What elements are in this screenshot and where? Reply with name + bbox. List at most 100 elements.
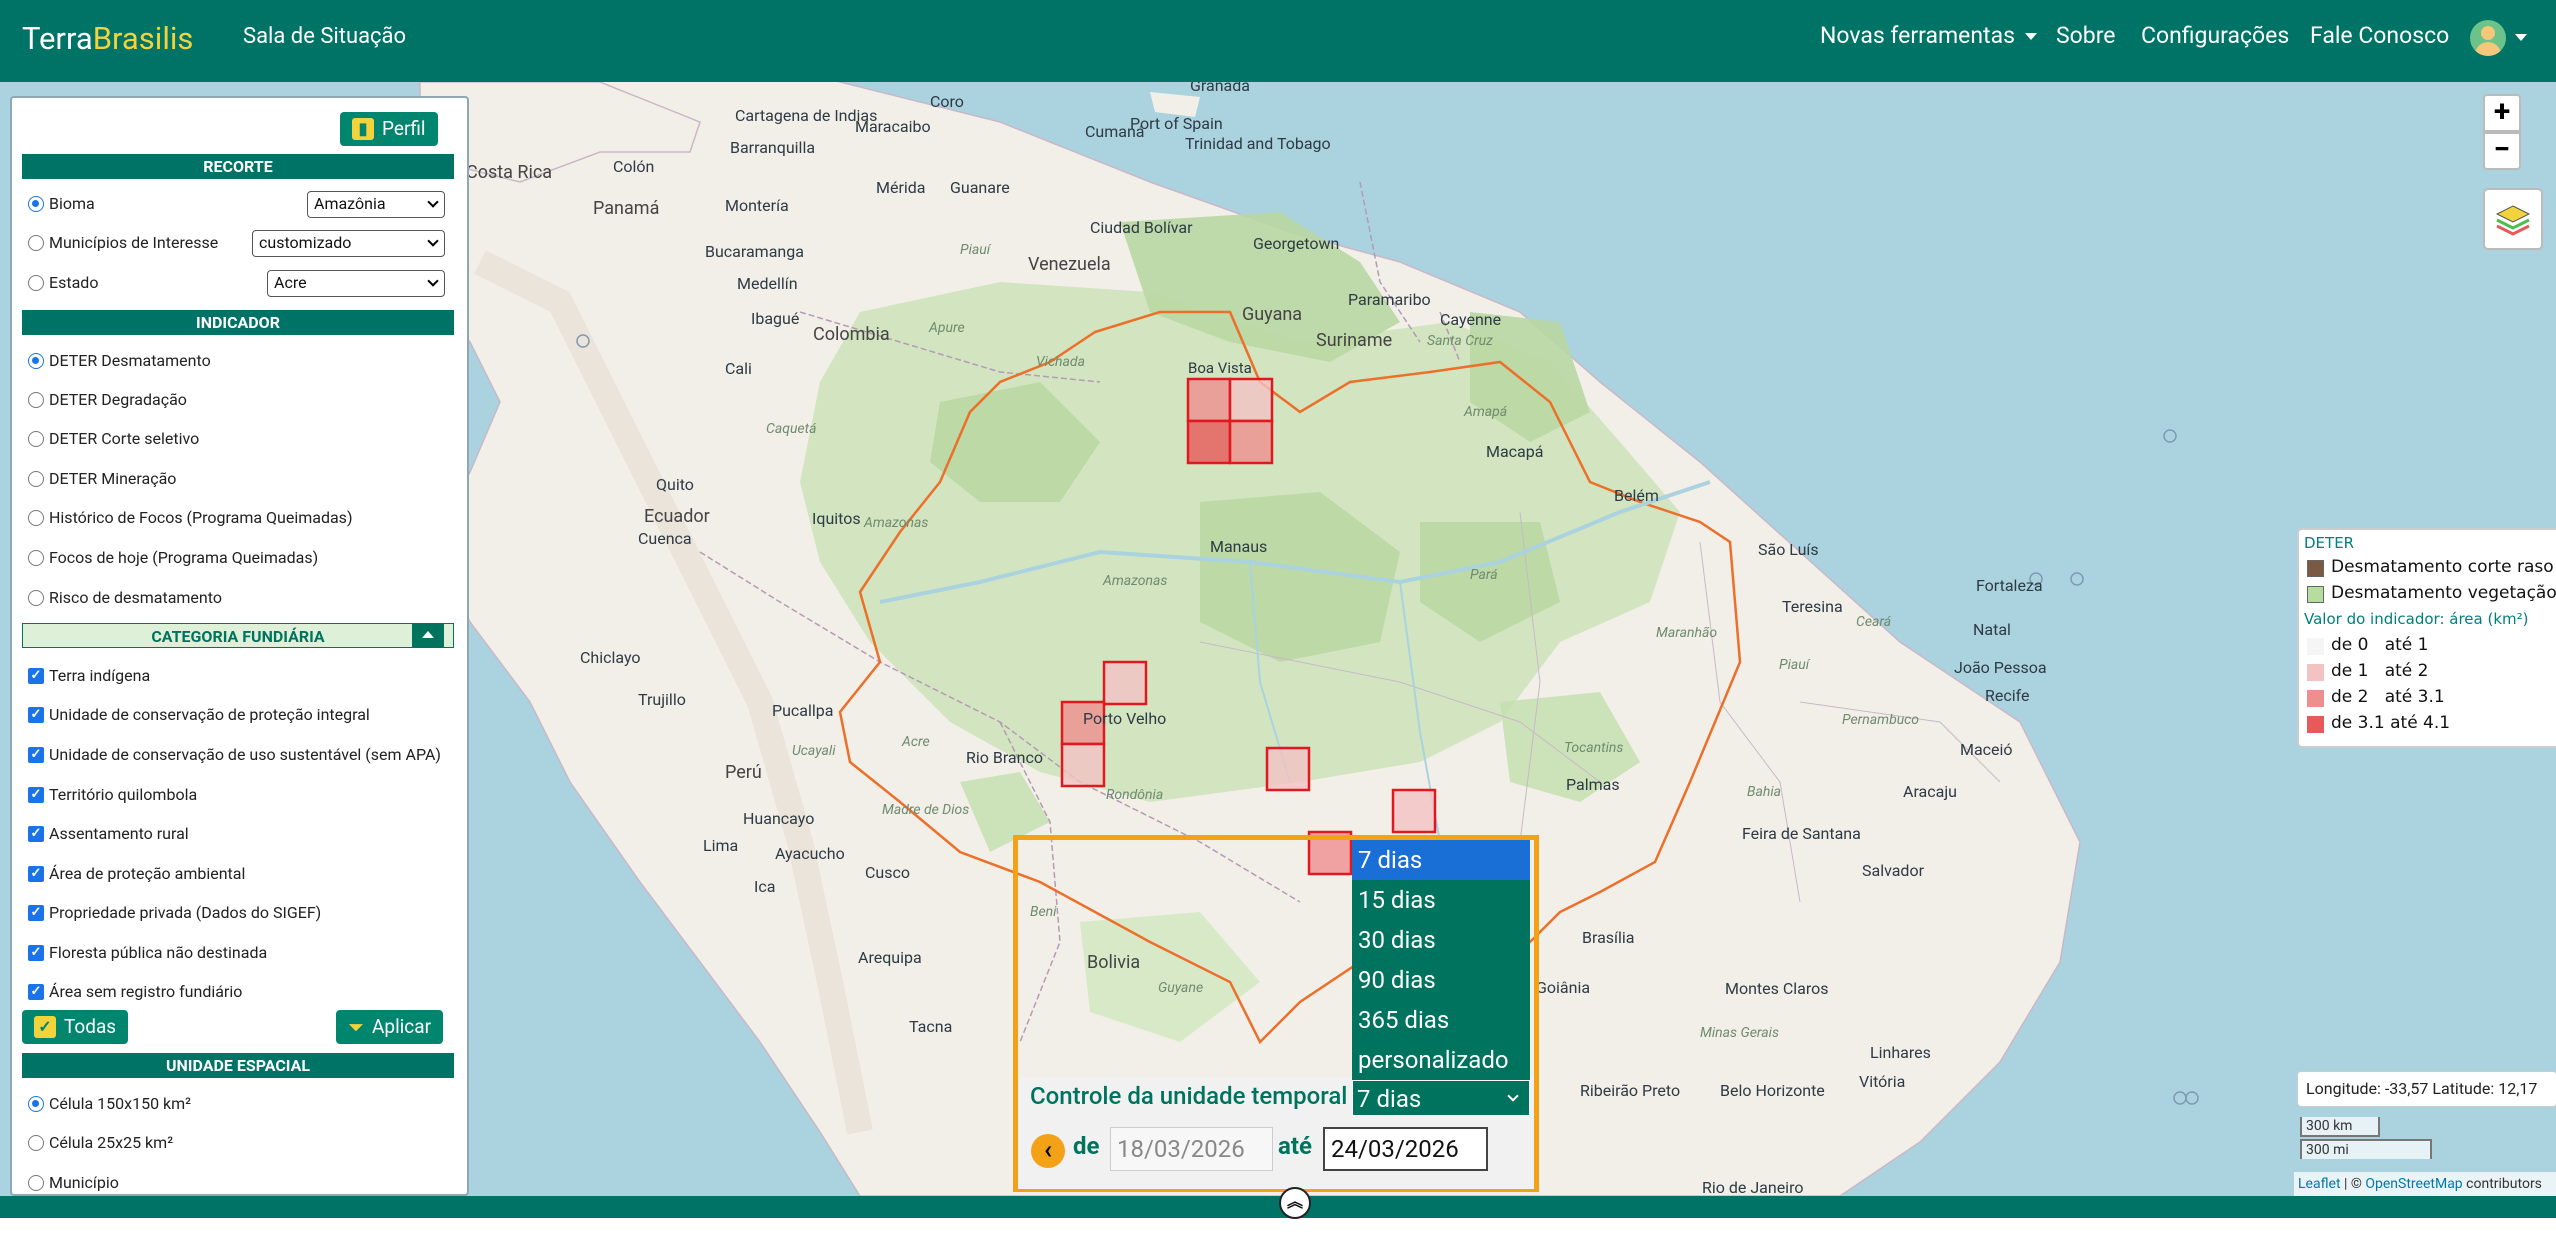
menu-label: Novas ferramentas (1820, 22, 2015, 49)
menu-novas-ferramentas[interactable]: Novas ferramentas (1820, 22, 2037, 49)
brand-logo[interactable]: TerraBrasilis (22, 19, 193, 59)
nav-title-sala[interactable]: Sala de Situação (243, 24, 406, 49)
city-label: Belo Horizonte (1720, 1081, 1825, 1100)
indicador-option[interactable]: Histórico de Focos (Programa Queimadas) (28, 508, 353, 527)
checkbox-icon: ✓ (28, 865, 44, 882)
city-label: João Pessoa (1954, 658, 2047, 677)
country-label: Perú (725, 762, 762, 783)
aplicar-button[interactable]: ⏷ Aplicar (336, 1010, 444, 1044)
leaflet-link[interactable]: Leaflet (2298, 1176, 2341, 1192)
unidade-option[interactable]: Célula 150x150 km² (28, 1094, 191, 1113)
categoria-checkbox[interactable]: ✓ Floresta pública não destinada (28, 943, 267, 962)
categoria-checkbox[interactable]: ✓ Assentamento rural (28, 824, 189, 843)
bioma-select[interactable]: Amazônia (307, 191, 445, 218)
radio-bioma[interactable]: Bioma (28, 194, 95, 213)
indicador-option[interactable]: DETER Mineração (28, 469, 176, 488)
unidade-option[interactable]: Município (28, 1173, 119, 1192)
categoria-checkbox[interactable]: ✓ Território quilombola (28, 785, 197, 804)
legend-item-label: Desmatamento corte raso (2331, 557, 2554, 577)
city-label: Bucaramanga (705, 242, 804, 261)
section-categoria-fundiaria[interactable]: CATEGORIA FUNDIÁRIA (22, 623, 454, 648)
user-avatar-icon[interactable] (2470, 20, 2506, 56)
estado-select[interactable]: Acre (267, 270, 445, 297)
menu-configuracoes[interactable]: Configurações (2141, 22, 2289, 49)
state-label: Madre de Dios (882, 802, 970, 818)
legend-swatch (2307, 664, 2324, 681)
previous-period-icon[interactable]: ‹ (1031, 1134, 1065, 1168)
checkbox-icon: ✓ (28, 904, 44, 921)
indicador-option[interactable]: DETER Desmatamento (28, 351, 211, 370)
radio-municipios[interactable]: Municípios de Interesse (28, 233, 218, 252)
indicador-option[interactable]: DETER Corte seletivo (28, 429, 199, 448)
option-365-dias[interactable]: 365 dias (1352, 1000, 1530, 1040)
city-label: Granada (1190, 82, 1250, 95)
city-label: Maracaibo (855, 117, 931, 136)
indicador-option[interactable]: Focos de hoje (Programa Queimadas) (28, 548, 318, 567)
todas-button[interactable]: ✓ Todas (22, 1010, 129, 1044)
city-label: Maceió (1960, 740, 2013, 759)
checkbox-icon: ✓ (28, 786, 44, 803)
city-label: Recife (1985, 686, 2030, 705)
state-label: Maranhão (1656, 625, 1718, 641)
city-label: Iquitos (812, 509, 861, 528)
city-label: Ayacucho (775, 844, 845, 863)
option-15-dias[interactable]: 15 dias (1352, 880, 1530, 920)
indicador-option[interactable]: Risco de desmatamento (28, 588, 222, 607)
city-label: Boa Vista (1188, 359, 1252, 377)
option-personalizado[interactable]: personalizado (1352, 1040, 1530, 1080)
categoria-checkbox[interactable]: ✓ Terra indígena (28, 666, 150, 685)
categoria-checkbox[interactable]: ✓ Propriedade privada (Dados do SIGEF) (28, 903, 321, 922)
perfil-button[interactable]: ▮ Perfil (340, 112, 438, 146)
city-label: Goiânia (1536, 978, 1591, 997)
state-label: Ceará (1856, 614, 1892, 630)
option-7-dias[interactable]: 7 dias (1352, 840, 1530, 880)
zoom-in-button[interactable]: + (2483, 94, 2521, 132)
top-navbar: TerraBrasilis Sala de Situação Novas fer… (0, 0, 2556, 82)
menu-sobre[interactable]: Sobre (2056, 22, 2115, 49)
radio-icon (28, 549, 44, 566)
state-label: Amazonas (1103, 573, 1168, 589)
country-label: Colombia (813, 324, 890, 345)
user-menu-caret-icon[interactable] (2515, 34, 2527, 41)
option-90-dias[interactable]: 90 dias (1352, 960, 1530, 1000)
municipios-select[interactable]: customizado (252, 230, 445, 257)
categoria-checkbox[interactable]: ✓ Unidade de conservação de proteção inte… (28, 705, 370, 724)
menu-fale-conosco[interactable]: Fale Conosco (2310, 22, 2449, 49)
chevrons-up-icon[interactable]: ︽ (1279, 1187, 1311, 1219)
map-attribution: Leaflet | © OpenStreetMap contributors (2294, 1172, 2556, 1196)
legend-swatch (2307, 586, 2324, 603)
temporal-dropdown-list[interactable]: 7 dias 15 dias 30 dias 90 dias 365 dias … (1352, 840, 1530, 1080)
categoria-checkbox[interactable]: ✓ Área de proteção ambiental (28, 864, 245, 883)
city-label: Arequipa (858, 948, 922, 967)
zoom-out-button[interactable]: − (2483, 132, 2521, 170)
option-30-dias[interactable]: 30 dias (1352, 920, 1530, 960)
sidebar-panel: ▮ Perfil RECORTE Bioma Amazônia Município… (10, 96, 469, 1196)
temporal-select[interactable]: 7 dias (1352, 1080, 1530, 1116)
radio-icon (28, 1095, 44, 1112)
categoria-checkbox[interactable]: ✓ Unidade de conservação de uso sustentáv… (28, 745, 441, 764)
city-label: Feira de Santana (1742, 824, 1861, 843)
indicador-option[interactable]: DETER Degradação (28, 390, 187, 409)
date-to-input[interactable]: 24/03/2026 (1323, 1127, 1488, 1171)
layers-icon[interactable] (2483, 188, 2543, 250)
radio-estado[interactable]: Estado (28, 273, 98, 292)
filter-icon: ⏷ (348, 1015, 364, 1039)
legend-class-label: de 0 até 1 (2331, 635, 2429, 655)
city-label: São Luís (1758, 540, 1819, 559)
city-label: Aracaju (1903, 782, 1957, 801)
collapse-icon[interactable] (412, 623, 444, 648)
section-indicador: INDICADOR (22, 310, 454, 335)
country-label: Panamá (593, 198, 660, 219)
checkbox-icon: ✓ (28, 667, 44, 684)
osm-link[interactable]: OpenStreetMap (2365, 1176, 2462, 1192)
unidade-option[interactable]: Célula 25x25 km² (28, 1133, 173, 1152)
state-label: Caquetá (766, 421, 817, 437)
date-from-input[interactable]: 18/03/2026 (1110, 1127, 1273, 1171)
city-label: Cuenca (638, 529, 692, 548)
city-label: Linhares (1870, 1043, 1931, 1062)
brand-text-terra: Terra (22, 20, 93, 57)
city-label: Porto Velho (1083, 709, 1167, 728)
categoria-checkbox[interactable]: ✓ Área sem registro fundiário (28, 982, 242, 1001)
section-recorte: RECORTE (22, 154, 454, 179)
city-label: Vitória (1859, 1072, 1906, 1091)
